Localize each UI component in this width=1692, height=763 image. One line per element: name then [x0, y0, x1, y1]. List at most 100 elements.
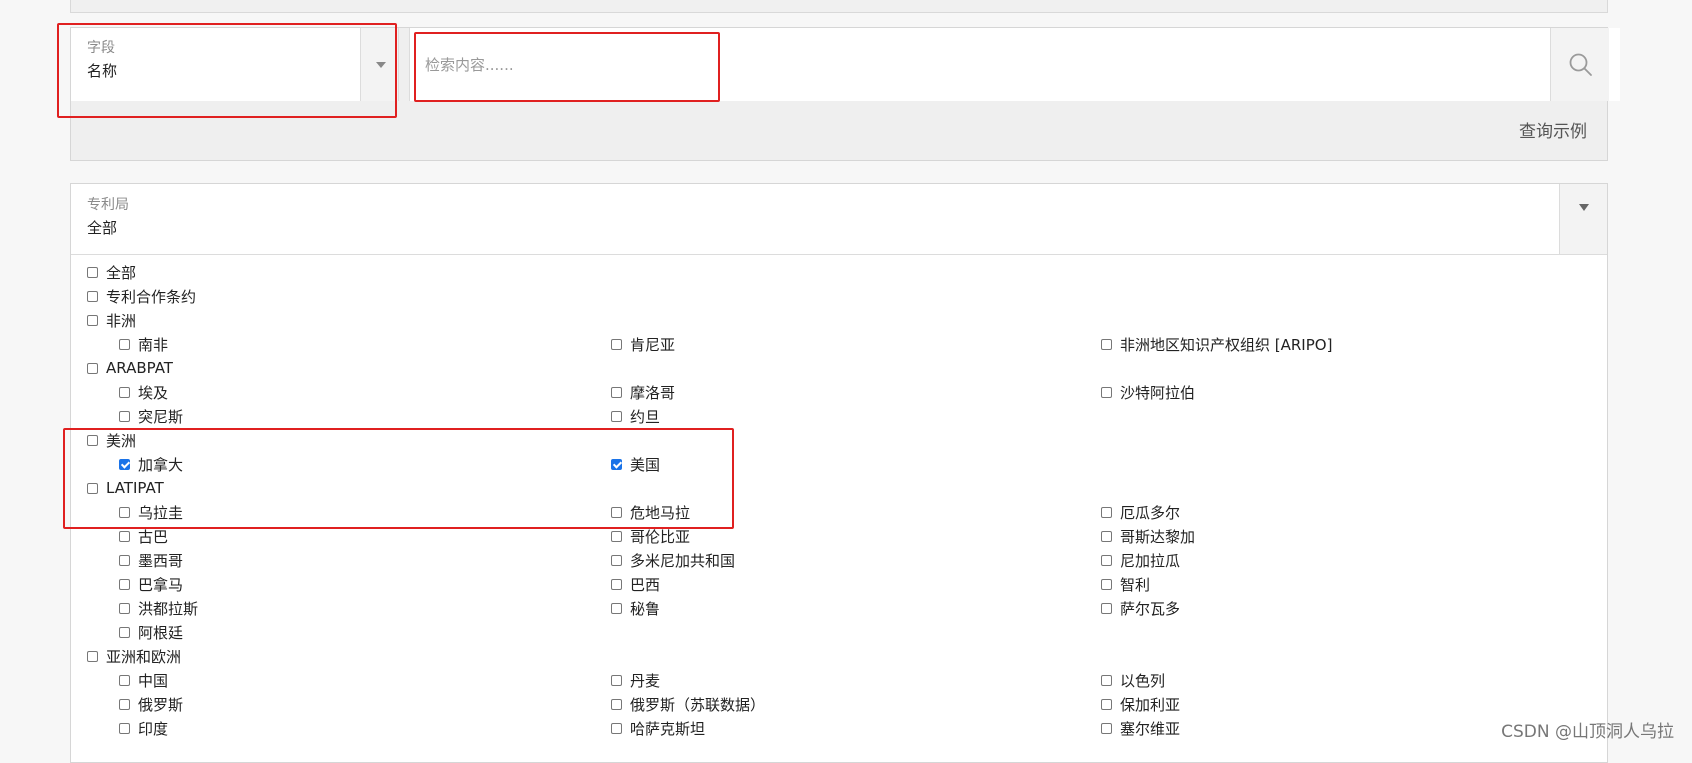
office-option-label: 以色列 [1120, 671, 1166, 690]
checkbox[interactable] [611, 578, 622, 590]
office-option[interactable]: 摩洛哥 [611, 382, 675, 402]
checkbox[interactable] [1101, 674, 1112, 686]
patent-office-select[interactable]: 专利局 全部 [71, 184, 1607, 255]
checkbox[interactable] [87, 362, 98, 374]
office-option[interactable]: 沙特阿拉伯 [1101, 382, 1195, 402]
checkbox[interactable] [119, 674, 130, 686]
office-option[interactable]: 阿根廷 [119, 622, 183, 642]
checkbox[interactable] [119, 506, 130, 518]
checkbox[interactable] [611, 530, 622, 542]
office-option-label: 约旦 [630, 407, 661, 426]
checkbox[interactable] [611, 506, 622, 518]
checkbox[interactable] [119, 698, 130, 710]
checkbox[interactable] [87, 266, 98, 278]
office-option[interactable]: 哥伦比亚 [611, 526, 690, 546]
search-input[interactable] [409, 28, 1620, 101]
office-option[interactable]: 危地马拉 [611, 502, 690, 522]
office-option[interactable]: 萨尔瓦多 [1101, 598, 1180, 618]
checkbox[interactable] [1101, 722, 1112, 734]
checkbox[interactable] [611, 338, 622, 350]
office-option-label: 多米尼加共和国 [630, 551, 736, 570]
office-option[interactable]: 墨西哥 [119, 550, 183, 570]
office-option-label: 埃及 [138, 383, 169, 402]
search-button[interactable] [1550, 28, 1609, 101]
office-option[interactable]: 智利 [1101, 574, 1150, 594]
checkbox[interactable] [119, 386, 130, 398]
checkbox[interactable] [119, 578, 130, 590]
checkbox[interactable] [119, 626, 130, 638]
office-option[interactable]: 埃及 [119, 382, 168, 402]
office-option[interactable]: 专利合作条约 [87, 286, 196, 306]
office-option[interactable]: 美国 [611, 454, 660, 474]
office-option[interactable]: 哥斯达黎加 [1101, 526, 1195, 546]
office-option[interactable]: 中国 [119, 670, 168, 690]
office-option[interactable]: 加拿大 [119, 454, 183, 474]
checkbox[interactable] [87, 650, 98, 662]
office-option[interactable]: 古巴 [119, 526, 168, 546]
checkbox[interactable] [611, 386, 622, 398]
checkbox-checked[interactable] [611, 458, 622, 470]
office-option[interactable]: 洪都拉斯 [119, 598, 198, 618]
office-option[interactable]: 非洲地区知识产权组织 [ARIPO] [1101, 334, 1332, 354]
checkbox[interactable] [611, 410, 622, 422]
checkbox[interactable] [1101, 554, 1112, 566]
checkbox[interactable] [119, 602, 130, 614]
checkbox[interactable] [87, 314, 98, 326]
office-option-label: 印度 [138, 719, 169, 738]
checkbox[interactable] [87, 434, 98, 446]
office-option[interactable]: 哈萨克斯坦 [611, 718, 705, 738]
office-option[interactable]: 秘鲁 [611, 598, 660, 618]
office-option[interactable]: LATIPAT [87, 478, 164, 498]
checkbox[interactable] [119, 722, 130, 734]
office-option[interactable]: 巴西 [611, 574, 660, 594]
office-option-label: 美洲 [106, 431, 137, 450]
office-option-label: 美国 [630, 455, 661, 474]
checkbox[interactable] [1101, 530, 1112, 542]
field-select-toggle[interactable] [361, 28, 399, 101]
office-option[interactable]: 突尼斯 [119, 406, 183, 426]
checkbox[interactable] [1101, 602, 1112, 614]
office-option[interactable]: 保加利亚 [1101, 694, 1180, 714]
office-option[interactable]: 印度 [119, 718, 168, 738]
checkbox[interactable] [1101, 386, 1112, 398]
checkbox[interactable] [119, 554, 130, 566]
office-option[interactable]: 美洲 [87, 430, 136, 450]
checkbox[interactable] [611, 554, 622, 566]
office-option[interactable]: 俄罗斯 [119, 694, 183, 714]
checkbox[interactable] [1101, 578, 1112, 590]
office-option[interactable]: ARABPAT [87, 358, 173, 378]
checkbox-checked[interactable] [119, 458, 130, 470]
office-option[interactable]: 非洲 [87, 310, 136, 330]
office-option[interactable]: 巴拿马 [119, 574, 183, 594]
checkbox[interactable] [1101, 506, 1112, 518]
checkbox[interactable] [611, 602, 622, 614]
checkbox[interactable] [1101, 698, 1112, 710]
patent-office-toggle[interactable] [1559, 184, 1607, 254]
checkbox[interactable] [1101, 338, 1112, 350]
checkbox[interactable] [611, 722, 622, 734]
field-select[interactable]: 字段 名称 [71, 28, 361, 101]
checkbox[interactable] [119, 530, 130, 542]
checkbox[interactable] [611, 674, 622, 686]
checkbox[interactable] [87, 290, 98, 302]
office-option[interactable]: 全部 [87, 262, 136, 282]
office-option[interactable]: 南非 [119, 334, 168, 354]
office-option[interactable]: 亚洲和欧洲 [87, 646, 181, 666]
office-option[interactable]: 多米尼加共和国 [611, 550, 735, 570]
checkbox[interactable] [611, 698, 622, 710]
office-option[interactable]: 厄瓜多尔 [1101, 502, 1180, 522]
office-option[interactable]: 约旦 [611, 406, 660, 426]
office-option[interactable]: 乌拉圭 [119, 502, 183, 522]
office-option[interactable]: 塞尔维亚 [1101, 718, 1180, 738]
checkbox[interactable] [119, 410, 130, 422]
office-option-label: 智利 [1120, 575, 1151, 594]
office-option[interactable]: 丹麦 [611, 670, 660, 690]
office-option[interactable]: 尼加拉瓜 [1101, 550, 1180, 570]
checkbox[interactable] [87, 482, 98, 494]
checkbox[interactable] [119, 338, 130, 350]
office-option-label: 非洲 [106, 311, 137, 330]
office-option[interactable]: 肯尼亚 [611, 334, 675, 354]
office-option[interactable]: 俄罗斯（苏联数据） [611, 694, 765, 714]
query-example-link[interactable]: 查询示例 [1519, 117, 1587, 142]
office-option[interactable]: 以色列 [1101, 670, 1165, 690]
